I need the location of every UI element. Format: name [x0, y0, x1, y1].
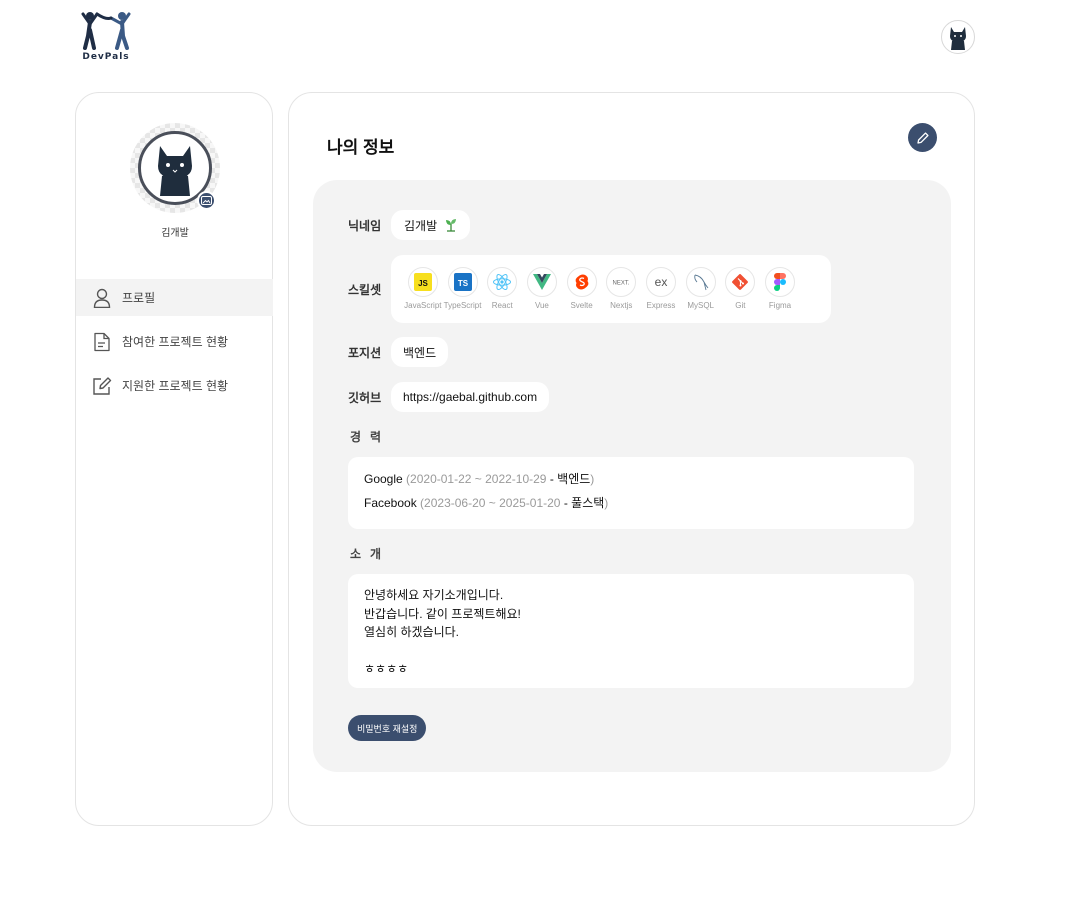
position-label: 포지션 [348, 346, 382, 360]
skills-label: 스킬셋 [348, 283, 382, 297]
nickname-value: 김개발 [391, 210, 471, 240]
git-icon [725, 267, 756, 297]
sidebar-item-applied-projects[interactable]: 지원한 프로젝트 현황 [76, 367, 273, 404]
profile-info-card: 닉네임 김개발 스킬셋 JS JavaScript TS TypeScript [313, 180, 951, 772]
career-company: Google [364, 472, 403, 486]
career-period: (2023-06-20 ~ 2025-01-20 [420, 496, 561, 510]
svg-text:JS: JS [418, 279, 428, 288]
nickname-text: 김개발 [404, 218, 438, 233]
svelte-icon [566, 267, 597, 297]
skill-item: JS JavaScript [403, 267, 443, 323]
skill-name: Nextjs [610, 301, 633, 310]
devpals-logo[interactable]: DevPals [80, 10, 132, 66]
intro-line [364, 642, 898, 661]
career-item: Google (2020-01-22 ~ 2022-10-29 - 백엔드) [364, 470, 898, 494]
skill-item: Svelte [562, 267, 602, 323]
github-link[interactable]: https://gaebal.github.com [391, 382, 550, 412]
career-dash: - [546, 472, 558, 486]
career-period-close: ) [590, 472, 595, 486]
page-title: 나의 정보 [327, 138, 395, 157]
sidebar-user-name: 김개발 [161, 228, 189, 239]
position-value: 백엔드 [391, 337, 449, 367]
reset-password-button[interactable]: 비밀번호 재설정 [348, 715, 427, 741]
skill-item: ex Express [641, 267, 681, 323]
express-icon: ex [645, 267, 676, 297]
skill-name: MySQL [687, 301, 714, 310]
svg-text:ex: ex [655, 275, 668, 289]
skill-item: React [482, 267, 522, 323]
figma-icon [765, 267, 796, 297]
sidebar-item-joined-projects[interactable]: 참여한 프로젝트 현황 [76, 323, 273, 360]
skill-name: Svelte [570, 301, 593, 310]
nextjs-icon: NEXT. [606, 267, 637, 297]
my-info-panel: 나의 정보 닉네임 김개발 스킬셋 JS JavaScript TS TypeS… [288, 92, 975, 826]
cat-avatar-icon [950, 27, 966, 50]
skill-item: NEXT. Nextjs [601, 267, 641, 323]
career-period-close: ) [604, 496, 609, 510]
skill-name: JavaScript [404, 301, 442, 310]
sidebar-menu: 프로필 참여한 프로젝트 현황 지원한 프로젝트 현황 [76, 279, 273, 411]
logo-text: DevPals [82, 52, 130, 62]
skill-item: MySQL [681, 267, 721, 323]
pencil-icon [916, 131, 929, 144]
skill-name: React [491, 301, 513, 310]
document-icon [92, 331, 112, 353]
intro-line: ㅎㅎㅎㅎ [364, 662, 409, 676]
github-url[interactable]: https://gaebal.github.com [403, 390, 537, 404]
skill-item: Vue [522, 267, 562, 323]
vue-icon [526, 267, 557, 297]
svg-text:NEXT.: NEXT. [613, 281, 630, 287]
github-label: 깃허브 [348, 391, 382, 405]
skill-name: Express [646, 301, 676, 310]
skills-list: JS JavaScript TS TypeScript React Vue Sv… [391, 255, 831, 323]
sidebar-item-label: 프로필 [122, 291, 156, 305]
career-role: 백엔드 [557, 472, 591, 486]
edit-square-icon [92, 375, 112, 397]
skill-name: TypeScript [443, 301, 482, 310]
react-icon [487, 267, 518, 297]
image-icon [201, 196, 212, 205]
sprout-icon [445, 218, 457, 232]
intro-text-box: 안녕하세요 자기소개입니다. 반갑습니다. 같이 프로젝트해요! 열심히 하겠습… [348, 574, 914, 688]
change-avatar-button[interactable] [197, 191, 216, 210]
skill-name: Git [735, 301, 746, 310]
intro-line: 반갑습니다. 같이 프로젝트해요! [364, 606, 521, 621]
intro-line: 안녕하세요 자기소개입니다. [364, 588, 504, 602]
skill-name: Vue [534, 301, 549, 310]
skill-name: Figma [768, 301, 792, 310]
skill-item: TS TypeScript [443, 267, 483, 323]
skill-item: Figma [760, 267, 800, 323]
intro-section-title: 소개 [350, 547, 391, 561]
svg-text:TS: TS [457, 279, 468, 288]
header-avatar-button[interactable] [941, 20, 975, 54]
career-company: Facebook [364, 496, 417, 510]
javascript-icon: JS [407, 267, 438, 297]
cat-avatar-icon [158, 146, 192, 196]
edit-profile-button[interactable] [908, 123, 937, 152]
position-text: 백엔드 [403, 345, 437, 360]
sidebar-item-label: 참여한 프로젝트 현황 [122, 335, 229, 349]
skill-item: Git [721, 267, 761, 323]
mysql-icon [685, 267, 716, 297]
career-dash: - [560, 496, 572, 510]
career-role: 풀스택 [571, 496, 605, 510]
career-item: Facebook (2023-06-20 ~ 2025-01-20 - 풀스택) [364, 494, 898, 518]
logo-people-icon [81, 12, 131, 50]
career-list: Google (2020-01-22 ~ 2022-10-29 - 백엔드) F… [348, 457, 914, 529]
sidebar-item-label: 지원한 프로젝트 현황 [122, 379, 229, 393]
nickname-label: 닉네임 [348, 219, 382, 233]
typescript-icon: TS [447, 267, 478, 297]
career-section-title: 경력 [350, 430, 391, 444]
user-icon [92, 287, 112, 309]
profile-sidebar: 김개발 프로필 참여한 프로젝트 현황 지원한 프로젝트 현황 [75, 92, 273, 826]
intro-line: 열심히 하겠습니다. [364, 625, 459, 639]
career-period: (2020-01-22 ~ 2022-10-29 [406, 472, 547, 486]
sidebar-item-profile[interactable]: 프로필 [76, 279, 273, 316]
